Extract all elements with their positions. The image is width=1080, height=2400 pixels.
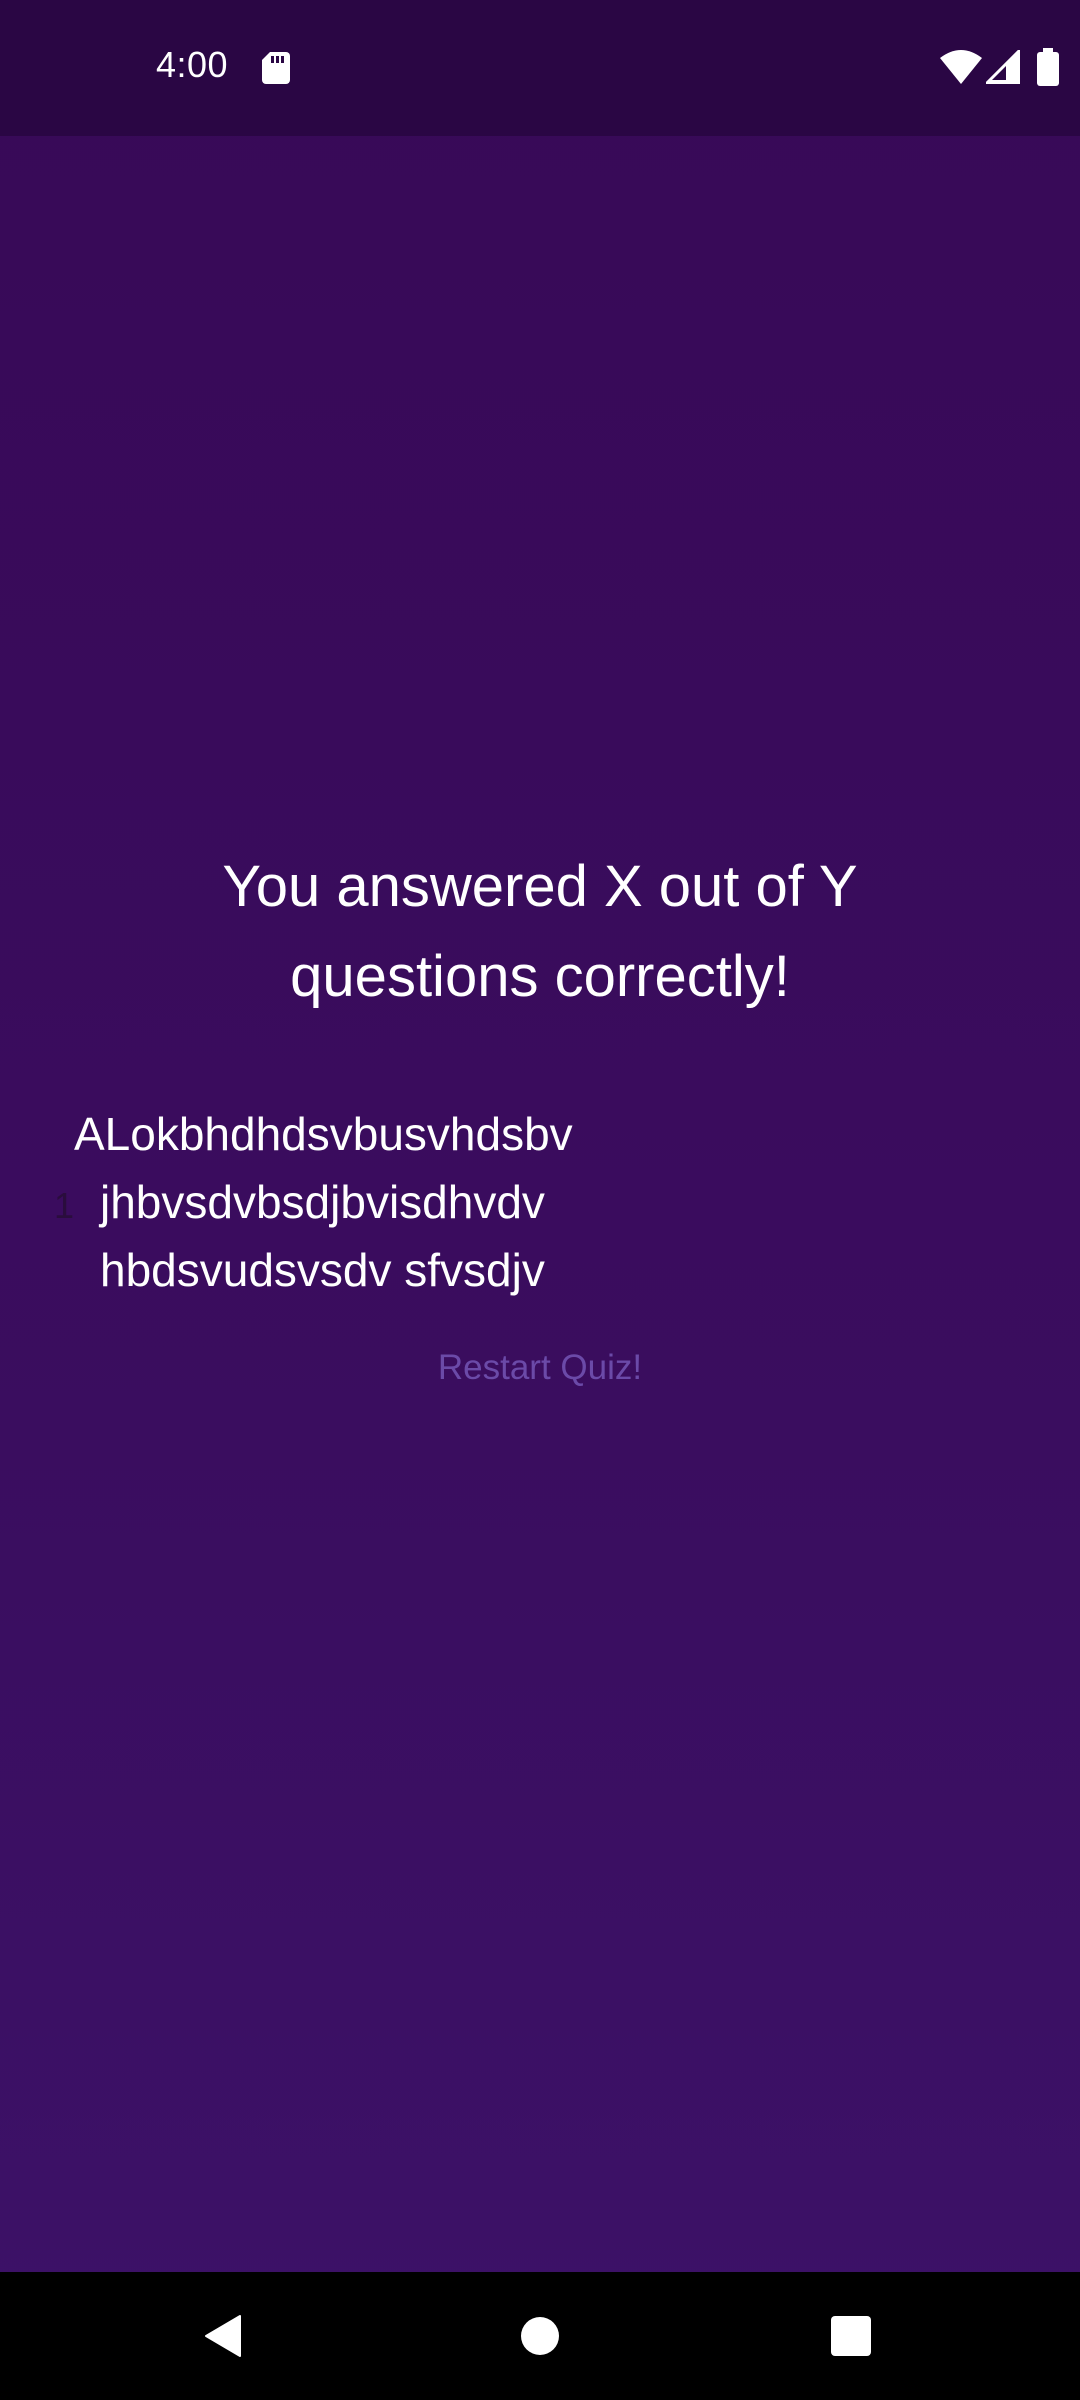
answer-text-line: jhbvsdvbsdjbvisdhvdv [100,1176,545,1228]
result-title: You answered X out of Y questions correc… [222,854,858,1009]
status-bar: 4:00 [0,0,1080,136]
status-time: 4:00 [156,44,229,85]
answer-text: ALokbhdhdsvbusvhdsbv jhbvsdvbsdjbvisdhvd… [74,1100,634,1304]
answer-item: 1 ALokbhdhdsvbusvhdsbv jhbvsdvbsdjbvisdh… [0,1100,1080,1300]
restart-quiz-button[interactable]: Restart Quiz! [410,1340,670,1396]
navigation-bar [0,2272,1080,2400]
answer-text-line: ALokbhdhdsvbusvhdsbv [74,1108,573,1160]
sd-card-icon [262,52,290,84]
wifi-icon [940,50,982,84]
recents-icon[interactable] [831,2316,871,2356]
cellular-signal-icon [986,50,1020,84]
back-icon[interactable] [200,2312,248,2360]
answer-index: 1 [54,1185,75,1226]
answer-text-line: hbdsvudsvsdv sfvsdjv [100,1244,545,1296]
home-icon[interactable] [521,2317,559,2355]
battery-icon [1037,48,1059,86]
